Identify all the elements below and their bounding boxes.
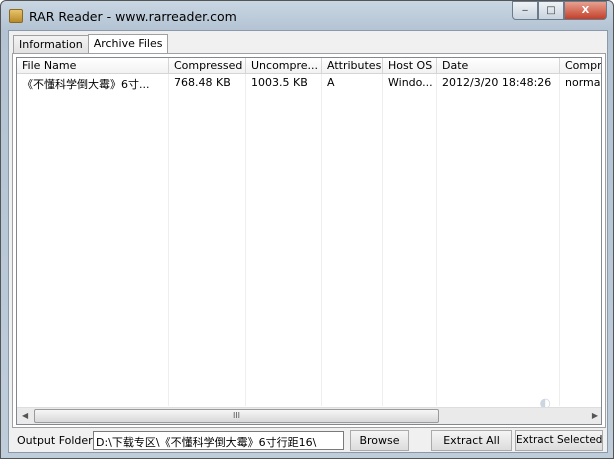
bottom-bar: Output Folder: D:\下载专区\《不懂科学倒大霉》6寸行距16\ … xyxy=(9,429,607,453)
cell-file-name: 《不懂科学倒大霉》6寸... xyxy=(22,78,150,91)
extract-all-button[interactable]: Extract All xyxy=(431,430,512,451)
column-header-file-name[interactable]: File Name xyxy=(17,58,169,73)
table-row[interactable]: 《不懂科学倒大霉》6寸... 768.48 KB 1003.5 KB A Win… xyxy=(17,75,602,92)
browse-button[interactable]: Browse xyxy=(350,430,409,451)
output-folder-label: Output Folder: xyxy=(17,434,97,447)
cell-date: 2012/3/20 18:48:26 xyxy=(442,76,552,89)
cell-attributes: A xyxy=(327,76,335,89)
column-header-uncompressed[interactable]: Uncompre... xyxy=(246,58,322,73)
title-bar: RAR Reader - www.rarreader.com xyxy=(9,6,237,26)
tab-archive-files[interactable]: Archive Files xyxy=(87,34,169,55)
archive-files-panel: File Name Compressed Uncompre... Attribu… xyxy=(12,53,606,428)
column-header-compressed[interactable]: Compressed xyxy=(169,58,246,73)
app-icon xyxy=(9,9,23,23)
window-title: RAR Reader - www.rarreader.com xyxy=(29,8,237,24)
cell-uncompressed: 1003.5 KB xyxy=(251,76,308,89)
scroll-right-icon[interactable]: ▶ xyxy=(592,411,598,420)
horizontal-scrollbar[interactable]: ◀ III ▶ xyxy=(17,407,601,424)
app-window: RAR Reader - www.rarreader.com ‒ □ X Inf… xyxy=(0,0,614,459)
list-header: File Name Compressed Uncompre... Attribu… xyxy=(17,58,601,74)
maximize-button[interactable]: □ xyxy=(538,1,564,20)
column-header-host-os[interactable]: Host OS xyxy=(383,58,437,73)
cell-compressed: 768.48 KB xyxy=(174,76,231,89)
scrollbar-thumb[interactable]: III xyxy=(34,409,439,423)
column-header-attributes[interactable]: Attributes xyxy=(322,58,383,73)
extract-selected-button[interactable]: Extract Selected xyxy=(515,430,603,451)
cell-compression: normal xyxy=(565,76,602,89)
cell-host-os: Windo... xyxy=(388,76,433,89)
file-list: File Name Compressed Uncompre... Attribu… xyxy=(16,57,602,425)
output-folder-input[interactable]: D:\下载专区\《不懂科学倒大霉》6寸行距16\ xyxy=(93,431,344,450)
tab-information[interactable]: Information xyxy=(13,35,89,54)
minimize-button[interactable]: ‒ xyxy=(512,1,538,20)
close-button[interactable]: X xyxy=(564,1,607,20)
column-header-compression[interactable]: Compres xyxy=(560,58,601,73)
scroll-left-icon[interactable]: ◀ xyxy=(22,411,28,420)
column-header-date[interactable]: Date xyxy=(437,58,560,73)
client-area: Information Archive Files File Name Comp… xyxy=(8,30,608,453)
